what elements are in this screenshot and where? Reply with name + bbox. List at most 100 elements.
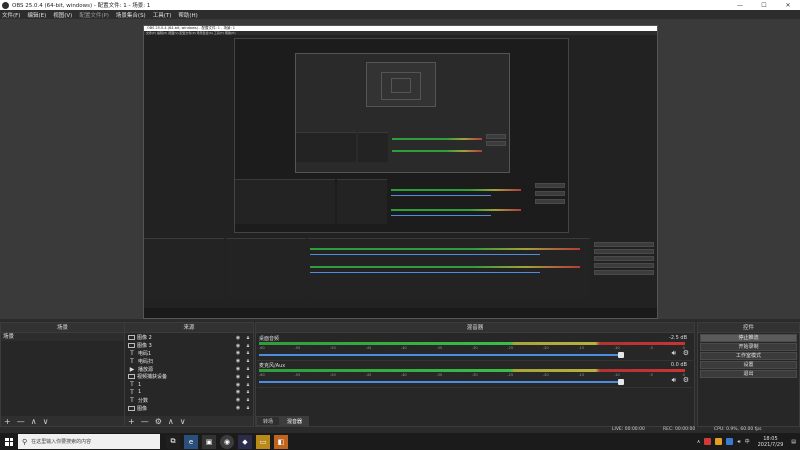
lock-icon[interactable]: 🔒︎ [243,389,253,395]
menu-profile[interactable]: 配置文件(P) [79,11,109,19]
lock-icon[interactable]: 🔒︎ [243,350,253,356]
preview-meter [310,248,580,250]
channel-db: -2.5 dB [669,335,687,341]
lock-icon[interactable]: 🔒︎ [243,405,253,411]
menu-scene-collection[interactable]: 场景集合(S) [116,11,146,19]
tab-mixer[interactable]: 混音器 [280,416,310,426]
image-icon [128,405,135,411]
add-scene-button[interactable]: + [4,417,11,426]
move-source-down-button[interactable]: ∨ [180,417,186,426]
preview-button [594,242,654,247]
taskbar-clock[interactable]: 18:05 2021/7/29 [754,436,788,448]
preview-dock [235,179,335,224]
settings-button[interactable]: 设置 [700,361,797,369]
source-item[interactable]: T 1 ◉ 🔒︎ [125,389,253,397]
add-source-button[interactable]: + [128,417,135,426]
source-item[interactable]: ▶ 播放源 ◉ 🔒︎ [125,365,253,373]
folder-icon[interactable]: ▭ [256,434,270,449]
speaker-icon[interactable]: 🔊︎ [672,349,676,358]
menu-file[interactable]: 文件(F) [2,11,20,19]
image-icon [128,374,135,380]
eye-icon[interactable]: ◉ [233,358,243,364]
menu-edit[interactable]: 编辑(E) [27,11,46,19]
preview-fader [310,254,540,255]
edge-icon[interactable]: e [184,434,198,449]
eye-icon[interactable]: ◉ [233,374,243,380]
volume-fader[interactable] [259,381,623,383]
notification-icon[interactable]: ▤ [791,439,796,445]
preview-canvas[interactable]: OBS 25.0.4 (64-bit, windows) - 配置文件: 1 -… [143,25,658,319]
source-item[interactable]: 图像 ◉ 🔒︎ [125,404,253,412]
photos-icon[interactable]: ▣ [202,434,216,449]
source-item[interactable]: 视频捕获设备 ◉ 🔒︎ [125,373,253,381]
lock-icon[interactable]: 🔒︎ [243,382,253,388]
source-item[interactable]: T 分数 ◉ 🔒︎ [125,396,253,404]
taskbar-search[interactable]: ⚲ 在这里输入你要搜索的内容 [18,434,160,449]
minimize-button[interactable]: — [728,2,752,9]
tray-app-icon[interactable] [704,438,712,445]
move-scene-up-button[interactable]: ∧ [31,417,37,426]
stop-streaming-button[interactable]: 停止推流 [700,334,797,342]
lock-icon[interactable]: 🔒︎ [243,397,253,403]
lock-icon[interactable]: 🔒︎ [243,366,253,372]
source-item[interactable]: 图像 2 ◉ 🔒︎ [125,334,253,342]
tray-app-icon[interactable] [715,438,723,445]
eye-icon[interactable]: ◉ [233,397,243,403]
preview-meter [392,150,482,152]
menu-help[interactable]: 帮助(H) [178,11,197,19]
remove-source-button[interactable]: — [141,417,149,426]
preview-fader [391,215,491,216]
gear-icon[interactable]: ⚙ [683,376,689,384]
gear-icon[interactable]: ⚙ [683,349,689,357]
maximize-button[interactable]: ☐ [752,2,776,9]
close-button[interactable]: ✕ [776,2,800,9]
start-recording-button[interactable]: 开始录制 [700,343,797,351]
source-item[interactable]: T 1 ◉ 🔒︎ [125,381,253,389]
tray-arrow-icon[interactable]: ∧ [697,439,701,445]
app-icon[interactable]: ◆ [238,434,252,449]
task-view-icon[interactable]: ⧉ [166,434,180,449]
lock-icon[interactable]: 🔒︎ [243,335,253,341]
preview-stack [391,78,411,93]
eye-icon[interactable]: ◉ [233,405,243,411]
eye-icon[interactable]: ◉ [233,343,243,349]
exit-button[interactable]: 退出 [700,370,797,378]
eye-icon[interactable]: ◉ [233,382,243,388]
eye-icon[interactable]: ◉ [233,366,243,372]
source-item[interactable]: 图像 3 ◉ 🔒︎ [125,342,253,350]
start-button[interactable] [0,433,18,450]
studio-mode-button[interactable]: 工作室模式 [700,352,797,360]
source-item[interactable]: T 电码扫 ◉ 🔒︎ [125,357,253,365]
sources-list: 图像 2 ◉ 🔒︎ 图像 3 ◉ 🔒︎ T 电码1 ◉ 🔒︎ T 电码扫 ◉ 🔒︎ ▶ 播放源 ◉ 🔒︎ … [125,333,253,412]
speaker-tray-icon[interactable]: 🔊︎ [737,439,740,445]
tab-transitions[interactable]: 转场 [256,416,281,426]
lock-icon[interactable]: 🔒︎ [243,343,253,349]
app-orange-icon[interactable]: ◧ [274,434,288,449]
scene-item[interactable]: 场景 [1,333,124,341]
sources-title: 来源 [125,323,253,333]
ime-indicator[interactable]: 中 [745,438,750,445]
lock-icon[interactable]: 🔒︎ [243,358,253,364]
eye-icon[interactable]: ◉ [233,389,243,395]
tray-app-icon[interactable] [726,438,734,445]
eye-icon[interactable]: ◉ [233,350,243,356]
window-controls: — ☐ ✕ [728,2,800,9]
speaker-icon[interactable]: 🔊︎ [672,376,676,385]
source-item[interactable]: T 电码1 ◉ 🔒︎ [125,350,253,358]
move-scene-down-button[interactable]: ∨ [43,417,49,426]
search-icon: ⚲ [22,437,28,446]
volume-fader-handle[interactable] [618,379,624,385]
menu-view[interactable]: 视图(V) [53,11,72,19]
obs-taskbar-icon[interactable]: ◉ [220,434,234,449]
remove-scene-button[interactable]: — [17,417,25,426]
lock-icon[interactable]: 🔒︎ [243,374,253,380]
volume-fader[interactable] [259,354,623,356]
preview-button [594,263,654,268]
rec-status: REC: 00:00:00 [663,427,696,432]
volume-fader-handle[interactable] [618,352,624,358]
move-source-up-button[interactable]: ∧ [168,417,174,426]
eye-icon[interactable]: ◉ [233,335,243,341]
meter-scale: -60 -55 -50 -45 -40 -35 -30 -25 -20 -15 -10 -5 0 [259,373,685,377]
source-properties-button[interactable]: ⚙ [155,417,162,426]
menu-tools[interactable]: 工具(T) [153,11,172,19]
